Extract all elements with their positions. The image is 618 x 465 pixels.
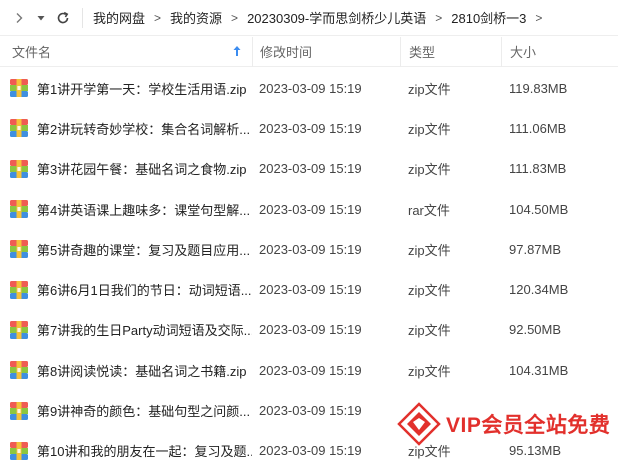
- file-name-cell: 第5讲奇趣的课堂：复习及题目应用...: [0, 239, 252, 259]
- watermark-text: VIP会员全站免费: [446, 414, 611, 437]
- breadcrumb-item[interactable]: 20230309-学而思剑桥少儿英语: [247, 8, 426, 27]
- zip-archive-icon: [10, 159, 28, 178]
- file-size: 92.50MB: [509, 322, 562, 338]
- file-type: zip文件: [408, 283, 451, 299]
- file-size: 111.83MB: [509, 161, 567, 177]
- file-name: 第5讲奇趣的课堂：复习及题目应用...: [37, 242, 251, 258]
- column-header-time[interactable]: 修改时间: [252, 36, 400, 67]
- file-size: 111.06MB: [509, 120, 567, 136]
- file-name: 第3讲花园午餐：基础名词之食物.zip: [37, 162, 247, 178]
- divider: [82, 7, 83, 28]
- file-name: 第10讲和我的朋友在一起：复习及题...: [37, 444, 252, 460]
- file-type: zip文件: [408, 162, 451, 178]
- history-dropdown-button[interactable]: [30, 0, 52, 36]
- file-list-header: 文件名 修改时间 类型 大小: [0, 36, 618, 67]
- column-header-size[interactable]: 大小: [501, 36, 618, 67]
- caret-down-icon: [37, 15, 45, 20]
- file-type: zip文件: [408, 323, 451, 339]
- file-name-cell: 第4讲英语课上趣味多：课堂句型解...: [0, 199, 252, 219]
- zip-archive-icon: [10, 119, 28, 138]
- modified-time: 2023-03-09 15:19: [259, 201, 362, 217]
- file-type: zip文件: [408, 81, 451, 97]
- breadcrumb-item[interactable]: 我的资源: [170, 8, 222, 27]
- file-name: 第6讲6月1日我们的节日：动词短语...: [37, 283, 252, 299]
- table-row[interactable]: 第8讲阅读悦读：基础名词之书籍.zip 2023-03-09 15:19 zip…: [0, 350, 618, 390]
- file-size: 104.50MB: [509, 201, 569, 217]
- file-size: 120.34MB: [509, 282, 569, 298]
- breadcrumb-separator-icon: >: [154, 10, 162, 25]
- modified-time: 2023-03-09 15:19: [259, 403, 362, 419]
- file-name-cell: 第6讲6月1日我们的节日：动词短语...: [0, 280, 252, 300]
- file-name: 第7讲我的生日Party动词短语及交际...: [37, 323, 252, 339]
- file-name: 第8讲阅读悦读：基础名词之书籍.zip: [37, 363, 247, 379]
- table-row[interactable]: 第7讲我的生日Party动词短语及交际... 2023-03-09 15:19 …: [0, 310, 618, 350]
- zip-archive-icon: [10, 361, 28, 380]
- diamond-logo-icon: [397, 402, 441, 446]
- file-name-cell: 第8讲阅读悦读：基础名词之书籍.zip: [0, 360, 252, 380]
- file-name: 第2讲玩转奇妙学校：集合名词解析...: [37, 121, 251, 137]
- sort-ascending-icon: [233, 45, 241, 56]
- zip-archive-icon: [10, 240, 28, 259]
- refresh-button[interactable]: [52, 0, 74, 36]
- file-type: zip文件: [408, 121, 451, 137]
- modified-time: 2023-03-09 15:19: [259, 120, 362, 136]
- file-name: 第4讲英语课上趣味多：课堂句型解...: [37, 202, 251, 218]
- file-name-cell: 第7讲我的生日Party动词短语及交际...: [0, 320, 252, 340]
- breadcrumb-item[interactable]: 我的网盘: [93, 8, 145, 27]
- file-type: rar文件: [408, 202, 450, 218]
- table-row[interactable]: 第6讲6月1日我们的节日：动词短语... 2023-03-09 15:19 zi…: [0, 269, 618, 309]
- zip-archive-icon: [10, 280, 28, 299]
- file-type: zip文件: [408, 363, 451, 379]
- zip-archive-icon: [10, 401, 28, 420]
- zip-archive-icon: [10, 200, 28, 219]
- column-header-label: 文件名: [12, 45, 52, 60]
- modified-time: 2023-03-09 15:19: [259, 322, 362, 338]
- modified-time: 2023-03-09 15:19: [259, 282, 362, 298]
- modified-time: 2023-03-09 15:19: [259, 362, 362, 378]
- table-row[interactable]: 第1讲开学第一天：学校生活用语.zip 2023-03-09 15:19 zip…: [0, 68, 618, 108]
- refresh-icon: [57, 11, 69, 23]
- zip-archive-icon: [10, 441, 28, 460]
- file-name-cell: 第2讲玩转奇妙学校：集合名词解析...: [0, 118, 252, 138]
- breadcrumb-item[interactable]: 2810剑桥一3: [451, 8, 526, 27]
- modified-time: 2023-03-09 15:19: [259, 161, 362, 177]
- file-type: zip文件: [408, 242, 451, 258]
- table-row[interactable]: 第3讲花园午餐：基础名词之食物.zip 2023-03-09 15:19 zip…: [0, 149, 618, 189]
- navigation-bar: 我的网盘 > 我的资源 > 20230309-学而思剑桥少儿英语 > 2810剑…: [0, 0, 618, 36]
- column-header-label: 大小: [510, 45, 537, 60]
- forward-button[interactable]: [8, 0, 30, 36]
- zip-archive-icon: [10, 320, 28, 339]
- file-name-cell: 第3讲花园午餐：基础名词之食物.zip: [0, 159, 252, 179]
- vip-watermark: VIP会员全站免费: [396, 398, 611, 450]
- file-size: 97.87MB: [509, 241, 562, 257]
- modified-time: 2023-03-09 15:19: [259, 80, 362, 96]
- column-header-type[interactable]: 类型: [400, 36, 501, 67]
- column-header-name[interactable]: 文件名: [0, 37, 252, 67]
- breadcrumb-separator-icon: >: [231, 10, 239, 25]
- chevron-right-icon: [16, 12, 23, 23]
- table-row[interactable]: 第5讲奇趣的课堂：复习及题目应用... 2023-03-09 15:19 zip…: [0, 229, 618, 269]
- column-header-label: 类型: [409, 45, 436, 60]
- modified-time: 2023-03-09 15:19: [259, 443, 362, 459]
- file-size: 104.31MB: [509, 362, 569, 378]
- file-name-cell: 第9讲神奇的颜色：基础句型之问颜...: [0, 401, 252, 421]
- file-size: 119.83MB: [509, 80, 568, 96]
- table-row[interactable]: 第4讲英语课上趣味多：课堂句型解... 2023-03-09 15:19 rar…: [0, 189, 618, 229]
- table-row[interactable]: 第2讲玩转奇妙学校：集合名词解析... 2023-03-09 15:19 zip…: [0, 108, 618, 148]
- breadcrumb: 我的网盘 > 我的资源 > 20230309-学而思剑桥少儿英语 > 2810剑…: [93, 8, 551, 27]
- file-name-cell: 第1讲开学第一天：学校生活用语.zip: [0, 78, 252, 98]
- file-name: 第1讲开学第一天：学校生活用语.zip: [37, 81, 247, 97]
- breadcrumb-separator-icon: >: [535, 10, 543, 25]
- file-name-cell: 第10讲和我的朋友在一起：复习及题...: [0, 441, 252, 461]
- column-header-label: 修改时间: [260, 45, 313, 60]
- zip-archive-icon: [10, 79, 28, 98]
- breadcrumb-separator-icon: >: [435, 10, 443, 25]
- modified-time: 2023-03-09 15:19: [259, 241, 362, 257]
- file-name: 第9讲神奇的颜色：基础句型之问颜...: [37, 404, 251, 420]
